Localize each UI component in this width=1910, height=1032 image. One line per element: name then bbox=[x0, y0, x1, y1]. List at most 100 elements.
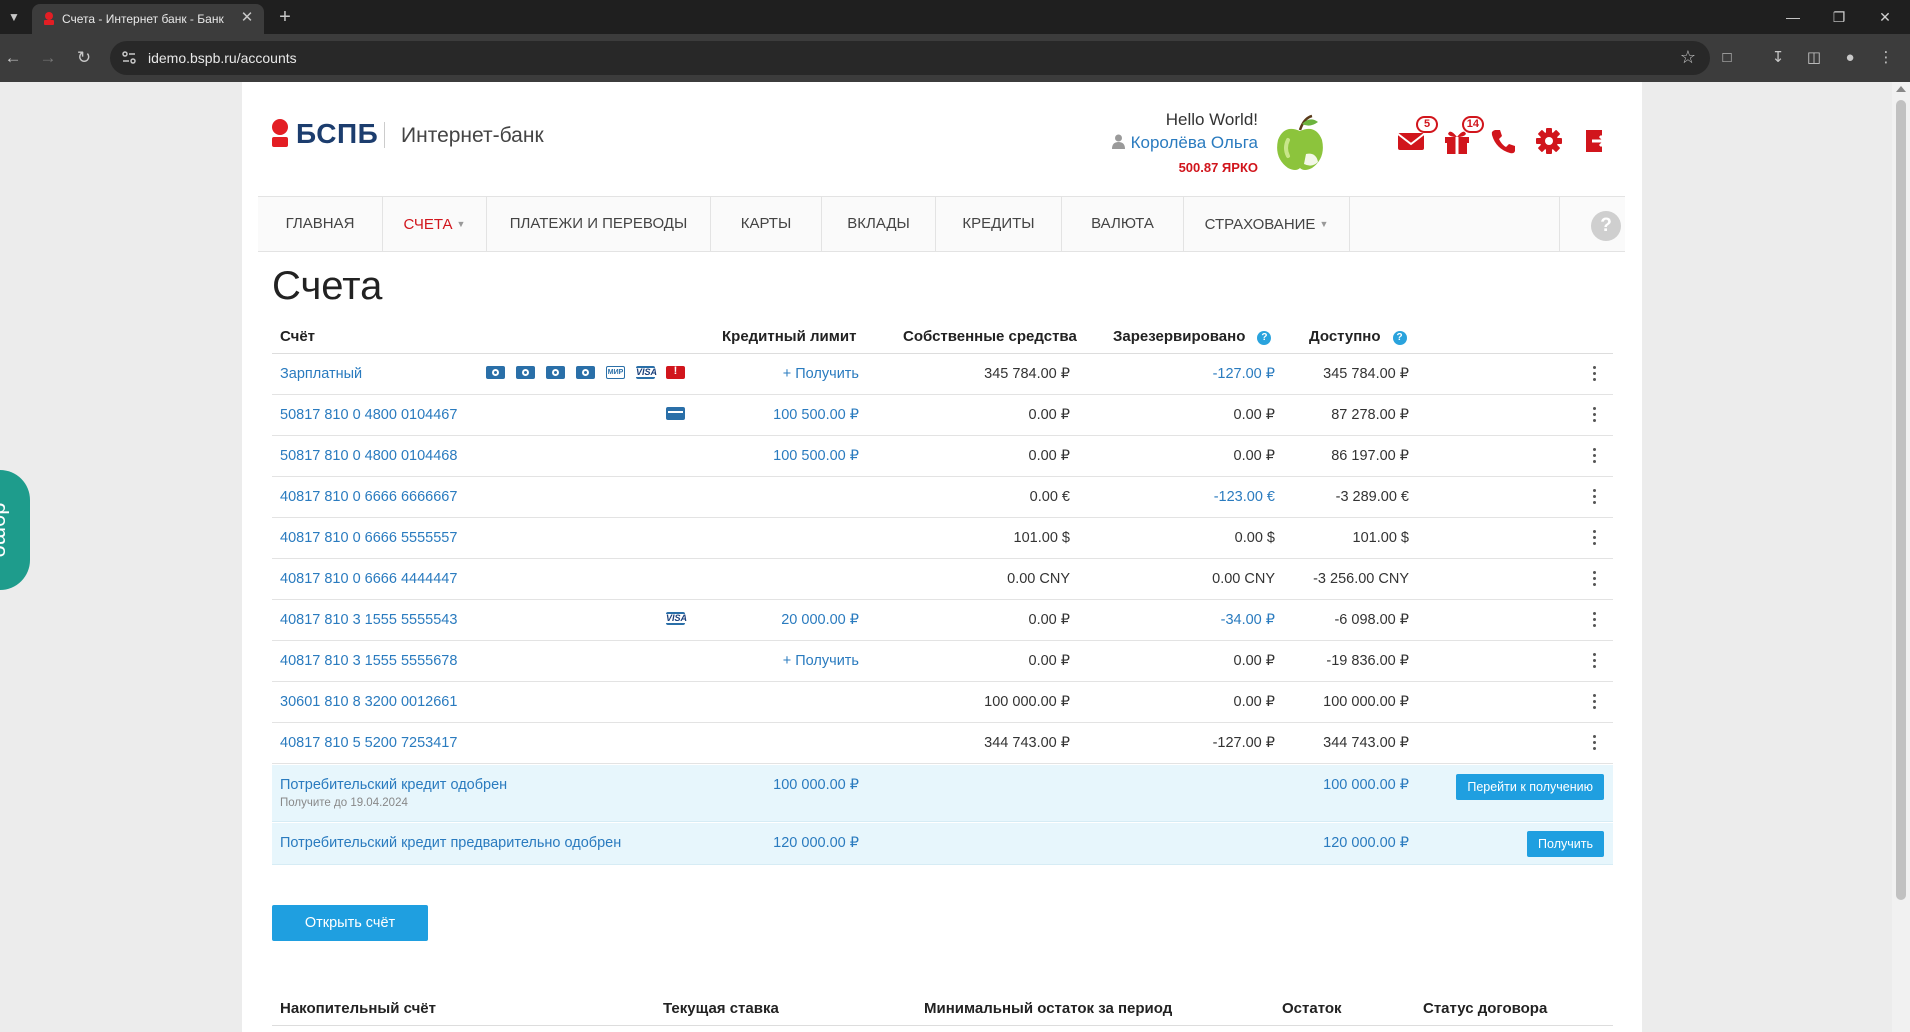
card-icon[interactable] bbox=[666, 407, 685, 420]
offer-name-link[interactable]: Потребительский кредит предварительно од… bbox=[280, 835, 621, 851]
proceed-to-receive-button[interactable]: Перейти к получению bbox=[1456, 774, 1604, 800]
mir-card-icon[interactable]: МИР bbox=[606, 366, 625, 379]
account-name-link[interactable]: 40817 810 0 6666 4444447 bbox=[280, 571, 457, 587]
nav-item-deposits[interactable]: ВКЛАДЫ bbox=[822, 197, 936, 251]
credit-limit-link[interactable]: 100 500.00 ₽ bbox=[773, 448, 859, 464]
account-name-link[interactable]: 40817 810 0 6666 5555557 bbox=[280, 530, 457, 546]
bonus-points[interactable]: 500.87 ЯРКО bbox=[1179, 160, 1258, 175]
offer-available[interactable]: 120 000.00 ₽ bbox=[1323, 835, 1409, 851]
nav-item-credits[interactable]: КРЕДИТЫ bbox=[936, 197, 1062, 251]
browser-tab[interactable]: Счета - Интернет банк - Банк ✕ bbox=[32, 4, 264, 34]
credit-limit-link[interactable]: + Получить bbox=[783, 366, 859, 382]
reserved-link[interactable]: -34.00 ₽ bbox=[1221, 612, 1275, 628]
row-menu-icon[interactable] bbox=[1591, 569, 1597, 589]
table-row[interactable]: 40817 810 5 5200 7253417 344 743.00 ₽ -1… bbox=[272, 723, 1613, 764]
credit-offer-row[interactable]: Потребительский кредит одобрен Получите … bbox=[272, 765, 1613, 822]
row-menu-icon[interactable] bbox=[1591, 446, 1597, 466]
card-icon[interactable] bbox=[576, 366, 595, 379]
account-name-link[interactable]: 40817 810 0 6666 6666667 bbox=[280, 489, 457, 505]
nav-item-payments[interactable]: ПЛАТЕЖИ И ПЕРЕВОДЫ bbox=[487, 197, 711, 251]
reserved-link[interactable]: -127.00 ₽ bbox=[1213, 366, 1275, 382]
offer-name-link[interactable]: Потребительский кредит одобрен bbox=[280, 777, 507, 793]
download-icon[interactable]: ↧ bbox=[1766, 46, 1790, 70]
help-question-icon[interactable]: ? bbox=[1591, 211, 1621, 241]
credit-offer-row[interactable]: Потребительский кредит предварительно од… bbox=[272, 823, 1613, 865]
account-name-link[interactable]: 30601 810 8 3200 0012661 bbox=[280, 694, 457, 710]
new-tab-icon[interactable]: + bbox=[273, 5, 297, 29]
card-icon[interactable] bbox=[546, 366, 565, 379]
receive-button[interactable]: Получить bbox=[1527, 831, 1604, 857]
browser-menu-icon[interactable]: ⋮ bbox=[1874, 46, 1898, 70]
account-name-link[interactable]: 40817 810 5 5200 7253417 bbox=[280, 735, 457, 751]
tab-close-icon[interactable]: ✕ bbox=[238, 9, 256, 27]
table-row[interactable]: Зарплатный МИР VISA + Получить 345 784.0… bbox=[272, 354, 1613, 395]
table-row[interactable]: 30601 810 8 3200 0012661 100 000.00 ₽ 0.… bbox=[272, 682, 1613, 723]
reload-icon[interactable]: ↻ bbox=[72, 46, 96, 70]
row-menu-icon[interactable] bbox=[1591, 528, 1597, 548]
bank-logo-text[interactable]: БСПБ bbox=[296, 118, 378, 150]
user-profile-link[interactable]: Королёва Ольга bbox=[1111, 133, 1258, 153]
side-panel-icon[interactable]: ◫ bbox=[1802, 46, 1826, 70]
back-arrow-icon[interactable]: ← bbox=[1, 46, 25, 70]
nav-item-accounts[interactable]: СЧЕТА ▼ bbox=[383, 197, 487, 251]
minimize-icon[interactable]: — bbox=[1770, 0, 1816, 34]
settings-button[interactable] bbox=[1534, 126, 1564, 156]
card-icon[interactable] bbox=[516, 366, 535, 379]
nav-item-insurance[interactable]: СТРАХОВАНИЕ ▼ bbox=[1184, 197, 1350, 251]
scroll-up-arrow-icon[interactable] bbox=[1896, 86, 1906, 92]
demo-tab[interactable]: demo bbox=[0, 470, 30, 590]
bookmark-star-icon[interactable]: ☆ bbox=[1680, 47, 1696, 68]
row-menu-icon[interactable] bbox=[1591, 364, 1597, 384]
table-row[interactable]: 40817 810 0 6666 5555557 101.00 $ 0.00 $… bbox=[272, 518, 1613, 559]
phone-button[interactable] bbox=[1488, 126, 1518, 156]
address-bar[interactable]: idemo.bspb.ru/accounts ☆ bbox=[110, 41, 1710, 75]
reserved-link[interactable]: -123.00 € bbox=[1214, 489, 1275, 505]
nav-item-currency[interactable]: ВАЛЮТА bbox=[1062, 197, 1184, 251]
row-menu-icon[interactable] bbox=[1591, 651, 1597, 671]
logout-button[interactable] bbox=[1580, 126, 1610, 156]
site-settings-icon[interactable] bbox=[120, 49, 138, 67]
available-help-icon[interactable]: ? bbox=[1392, 331, 1407, 345]
row-menu-icon[interactable] bbox=[1591, 487, 1597, 507]
credit-limit-link[interactable]: + Получить bbox=[783, 653, 859, 669]
open-account-button[interactable]: Открыть счёт bbox=[272, 905, 428, 941]
blocked-card-icon[interactable] bbox=[666, 365, 685, 379]
offer-amount[interactable]: 100 000.00 ₽ bbox=[773, 777, 859, 793]
account-name-link[interactable]: 40817 810 3 1555 5555678 bbox=[280, 653, 457, 669]
visa-card-icon[interactable]: VISA bbox=[636, 366, 657, 379]
profile-icon[interactable]: ● bbox=[1838, 46, 1862, 70]
green-apple-avatar-icon[interactable] bbox=[1274, 114, 1326, 172]
table-row[interactable]: 40817 810 0 6666 4444447 0.00 CNY 0.00 C… bbox=[272, 559, 1613, 600]
card-icon[interactable] bbox=[486, 366, 505, 379]
visa-card-icon[interactable]: VISA bbox=[666, 612, 687, 625]
table-row[interactable]: 50817 810 0 4800 0104467 100 500.00 ₽ 0.… bbox=[272, 395, 1613, 436]
forward-arrow-icon[interactable]: → bbox=[36, 46, 60, 70]
window-close-icon[interactable]: ✕ bbox=[1862, 0, 1908, 34]
tab-search-chevron-icon[interactable]: ▼ bbox=[4, 7, 24, 27]
credit-limit-link[interactable]: 20 000.00 ₽ bbox=[781, 612, 859, 628]
page-scrollbar[interactable] bbox=[1892, 82, 1910, 1032]
bspb-logo-icon[interactable] bbox=[270, 118, 290, 148]
offer-amount[interactable]: 120 000.00 ₽ bbox=[773, 835, 859, 851]
table-row[interactable]: 40817 810 0 6666 6666667 0.00 € -123.00 … bbox=[272, 477, 1613, 518]
account-name-link[interactable]: 50817 810 0 4800 0104467 bbox=[280, 407, 457, 423]
reserved-help-icon[interactable]: ? bbox=[1257, 331, 1272, 345]
nav-item-main[interactable]: ГЛАВНАЯ bbox=[258, 197, 383, 251]
account-name-link[interactable]: 50817 810 0 4800 0104468 bbox=[280, 448, 457, 464]
row-menu-icon[interactable] bbox=[1591, 692, 1597, 712]
gifts-button[interactable]: 14 bbox=[1442, 116, 1484, 156]
nav-item-cards[interactable]: КАРТЫ bbox=[711, 197, 822, 251]
account-name-link[interactable]: 40817 810 3 1555 5555543 bbox=[280, 612, 457, 628]
table-row[interactable]: 40817 810 3 1555 5555678 + Получить 0.00… bbox=[272, 641, 1613, 682]
scrollbar-thumb[interactable] bbox=[1896, 100, 1906, 900]
row-menu-icon[interactable] bbox=[1591, 610, 1597, 630]
offer-available[interactable]: 100 000.00 ₽ bbox=[1323, 777, 1409, 793]
restore-icon[interactable]: ❐ bbox=[1816, 0, 1862, 34]
messages-button[interactable]: 5 bbox=[1396, 116, 1438, 156]
credit-limit-link[interactable]: 100 500.00 ₽ bbox=[773, 407, 859, 423]
extensions-icon[interactable]: □ bbox=[1715, 46, 1739, 70]
table-row[interactable]: 50817 810 0 4800 0104468 100 500.00 ₽ 0.… bbox=[272, 436, 1613, 477]
row-menu-icon[interactable] bbox=[1591, 733, 1597, 753]
table-row[interactable]: 40817 810 3 1555 5555543 VISA 20 000.00 … bbox=[272, 600, 1613, 641]
row-menu-icon[interactable] bbox=[1591, 405, 1597, 425]
